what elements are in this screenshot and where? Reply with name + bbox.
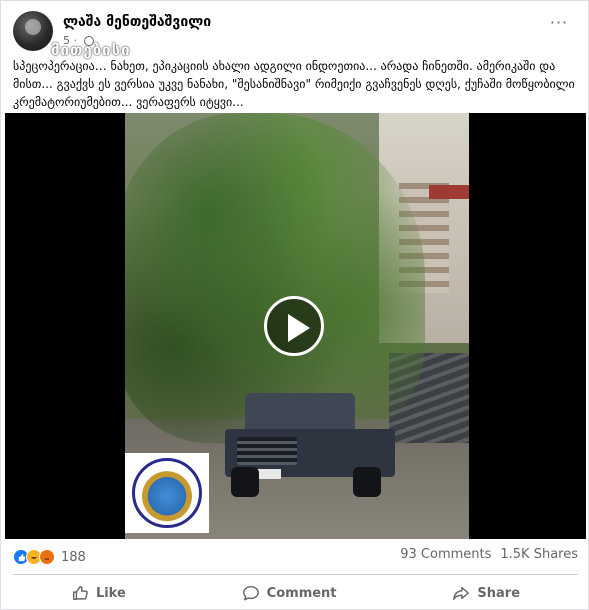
comments-count[interactable]: 93 Comments xyxy=(400,547,491,562)
post-stats: 188 93 Comments 1.5K Shares xyxy=(13,547,578,567)
facebook-post: ლაშა მენთეშაშვილი 5 · მითებისი ··· სპეცო… xyxy=(0,0,589,610)
comment-icon xyxy=(242,585,259,601)
comment-button[interactable]: Comment xyxy=(212,579,367,607)
actions-divider xyxy=(13,574,578,575)
play-button[interactable] xyxy=(264,296,324,356)
more-options-icon: ··· xyxy=(549,13,569,32)
video-logo-badge xyxy=(125,453,209,533)
like-button[interactable]: Like xyxy=(41,579,156,607)
seal-logo-icon xyxy=(132,458,202,528)
author-name[interactable]: ლაშა მენთეშაშვილი xyxy=(63,14,211,30)
share-icon xyxy=(453,586,470,601)
post-header: ლაშა მენთეშაშვილი 5 · მითებისი ··· xyxy=(13,11,573,59)
more-options-button[interactable]: ··· xyxy=(545,15,573,37)
comment-label: Comment xyxy=(266,585,337,601)
share-label: Share xyxy=(477,585,521,601)
shares-count[interactable]: 1.5K Shares xyxy=(500,547,578,562)
post-actions: Like Comment Share xyxy=(13,578,578,608)
reactions-summary[interactable]: 188 xyxy=(13,547,86,567)
angry-reaction-icon xyxy=(39,549,55,565)
like-label: Like xyxy=(95,585,126,601)
video-red-roof xyxy=(429,185,469,199)
author-avatar[interactable] xyxy=(13,11,53,51)
reaction-count[interactable]: 188 xyxy=(61,550,86,565)
post-caption: სპეცოპერაცია… ნახეთ, ეპიკაციის ახალი ადგ… xyxy=(13,59,575,109)
share-button[interactable]: Share xyxy=(422,579,550,607)
thumbs-up-icon xyxy=(72,585,88,601)
video-player[interactable] xyxy=(5,113,586,539)
video-truck xyxy=(225,393,395,498)
play-icon xyxy=(288,314,310,342)
